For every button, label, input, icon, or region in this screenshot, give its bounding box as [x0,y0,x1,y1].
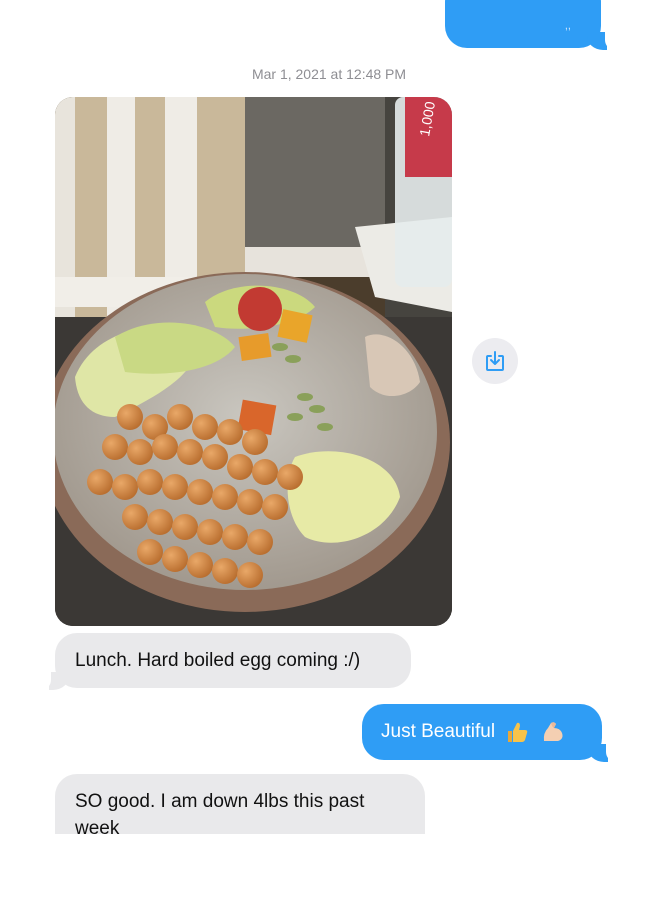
timestamp: Mar 1, 2021 at 12:48 PM [251,66,407,82]
message-thread: ,, Mar 1, 2021 at 12:48 PM 1,000 Lunch. … [0,0,658,898]
download-to-photos-icon [486,351,504,371]
message-text: Lunch. Hard boiled egg coming :/) [75,650,361,671]
photo-attachment[interactable]: 1,000 [55,97,452,626]
bubble-tail [588,744,618,762]
thumbs-up-emoji-icon [508,722,528,742]
received-message-bubble[interactable]: Lunch. Hard boiled egg coming :/) [39,633,411,690]
sent-message-bubble[interactable]: Just Beautiful [362,704,618,762]
salad-bowl-photo: 1,000 [55,97,452,626]
flexed-biceps-emoji-icon [543,722,563,741]
bubble-tail [39,672,69,690]
previous-sent-bubble[interactable]: ,, [445,0,617,50]
bubble-tail [587,32,617,50]
save-photo-button[interactable] [472,338,518,384]
viewport-bottom [0,834,658,898]
message-text: Just Beautiful [381,721,496,742]
message-text: SO good. I am down 4lbs this past week [75,791,365,839]
bubble-text-fragment: ,, [564,20,571,32]
